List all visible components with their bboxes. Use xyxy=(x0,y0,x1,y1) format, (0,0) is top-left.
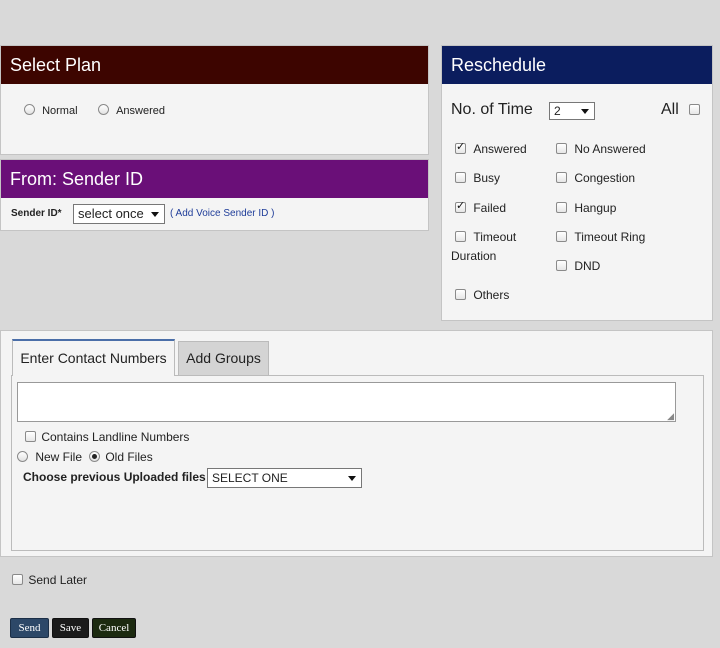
add-voice-sender-link[interactable]: ( Add Voice Sender ID ) xyxy=(170,208,275,219)
reschedule-no-answered-label: No Answered xyxy=(574,142,646,156)
tab-enter-contact-numbers-label: Enter Contact Numbers xyxy=(20,350,167,366)
old-files-option[interactable]: Old Files xyxy=(89,450,153,464)
reschedule-congestion[interactable]: Congestion xyxy=(556,171,635,185)
old-files-label: Old Files xyxy=(105,450,153,464)
reschedule-failed-checkbox[interactable] xyxy=(455,199,466,213)
plan-normal-radio[interactable] xyxy=(24,104,35,115)
no-of-time-select[interactable]: 2 xyxy=(549,102,595,120)
reschedule-timeout-duration[interactable]: Timeout xyxy=(455,230,516,244)
send-later-checkbox[interactable] xyxy=(12,574,23,585)
resize-handle-icon: ◢ xyxy=(667,411,674,421)
contact-numbers-textarea[interactable]: ◢ xyxy=(17,382,676,422)
reschedule-congestion-label: Congestion xyxy=(574,171,636,185)
reschedule-hangup[interactable]: Hangup xyxy=(556,201,616,215)
reschedule-dnd-checkbox[interactable] xyxy=(556,260,567,271)
sender-id-select-value: select once xyxy=(78,206,144,221)
landline-option[interactable]: Contains Landline Numbers xyxy=(25,430,189,444)
chevron-down-icon xyxy=(151,212,159,217)
choose-files-select[interactable]: SELECT ONE xyxy=(207,468,362,488)
reschedule-hangup-checkbox[interactable] xyxy=(556,202,567,213)
reschedule-header: Reschedule xyxy=(442,46,712,84)
new-file-label: New File xyxy=(35,450,83,464)
tab-add-groups-label: Add Groups xyxy=(186,350,261,366)
sender-id-header: From: Sender ID xyxy=(1,160,428,198)
save-button[interactable]: Save xyxy=(52,618,89,638)
choose-files-select-value: SELECT ONE xyxy=(212,471,288,485)
sender-id-select[interactable]: select once xyxy=(73,204,165,224)
select-plan-header: Select Plan xyxy=(1,46,428,84)
sender-id-panel: From: Sender ID Sender ID* select once (… xyxy=(0,159,429,231)
reschedule-dnd-label: DND xyxy=(574,259,601,273)
plan-normal-label: Normal xyxy=(42,105,78,117)
reschedule-timeout-ring-checkbox[interactable] xyxy=(556,231,567,242)
reschedule-panel: Reschedule No. of Time 2 All Answered Bu… xyxy=(441,45,713,321)
reschedule-timeout-ring[interactable]: Timeout Ring xyxy=(556,230,645,244)
new-file-option[interactable]: New File xyxy=(17,450,82,464)
reschedule-timeout-label: Timeout xyxy=(473,230,517,244)
reschedule-duration-label: Duration xyxy=(451,249,497,263)
reschedule-busy-label: Busy xyxy=(473,171,501,185)
landline-checkbox[interactable] xyxy=(25,431,36,442)
send-later-label: Send Later xyxy=(28,573,88,587)
landline-label: Contains Landline Numbers xyxy=(41,430,190,444)
chevron-down-icon xyxy=(348,476,356,481)
select-plan-panel: Select Plan Normal Answered xyxy=(0,45,429,155)
reschedule-answered[interactable]: Answered xyxy=(455,140,527,156)
new-file-radio[interactable] xyxy=(17,451,28,462)
reschedule-others-label: Others xyxy=(473,288,510,302)
no-of-time-label: No. of Time xyxy=(451,101,533,118)
reschedule-busy-checkbox[interactable] xyxy=(455,172,466,183)
all-label: All xyxy=(661,101,679,118)
no-of-time-value: 2 xyxy=(554,104,561,118)
plan-option-answered[interactable]: Answered xyxy=(98,104,165,117)
reschedule-congestion-checkbox[interactable] xyxy=(556,172,567,183)
send-button[interactable]: Send xyxy=(10,618,49,638)
reschedule-failed[interactable]: Failed xyxy=(455,199,507,215)
tab-enter-contact-numbers[interactable]: Enter Contact Numbers xyxy=(12,339,175,376)
plan-answered-radio[interactable] xyxy=(98,104,109,115)
reschedule-others-checkbox[interactable] xyxy=(455,289,466,300)
reschedule-hangup-label: Hangup xyxy=(574,201,617,215)
reschedule-others[interactable]: Others xyxy=(455,288,509,302)
sender-id-label: Sender ID* xyxy=(11,208,62,219)
cancel-button[interactable]: Cancel xyxy=(92,618,136,638)
chevron-down-icon xyxy=(581,109,589,114)
reschedule-dnd[interactable]: DND xyxy=(556,259,600,273)
plan-option-normal[interactable]: Normal xyxy=(24,104,78,117)
contacts-panel: Enter Contact Numbers Add Groups ◢ Conta… xyxy=(0,330,713,557)
send-later-option[interactable]: Send Later xyxy=(12,573,87,587)
reschedule-no-answered-checkbox[interactable] xyxy=(556,143,567,154)
reschedule-timeout-ring-label: Timeout Ring xyxy=(574,230,646,244)
reschedule-timeout-checkbox[interactable] xyxy=(455,231,466,242)
reschedule-answered-checkbox[interactable] xyxy=(455,140,466,154)
reschedule-no-answered[interactable]: No Answered xyxy=(556,142,646,156)
reschedule-answered-label: Answered xyxy=(473,142,527,156)
tab-add-groups[interactable]: Add Groups xyxy=(178,341,269,376)
old-files-radio[interactable] xyxy=(89,451,100,462)
reschedule-busy[interactable]: Busy xyxy=(455,171,500,185)
plan-answered-label: Answered xyxy=(116,105,165,117)
choose-files-label: Choose previous Uploaded files xyxy=(23,470,206,484)
all-checkbox[interactable] xyxy=(689,104,700,115)
reschedule-failed-label: Failed xyxy=(473,201,507,215)
